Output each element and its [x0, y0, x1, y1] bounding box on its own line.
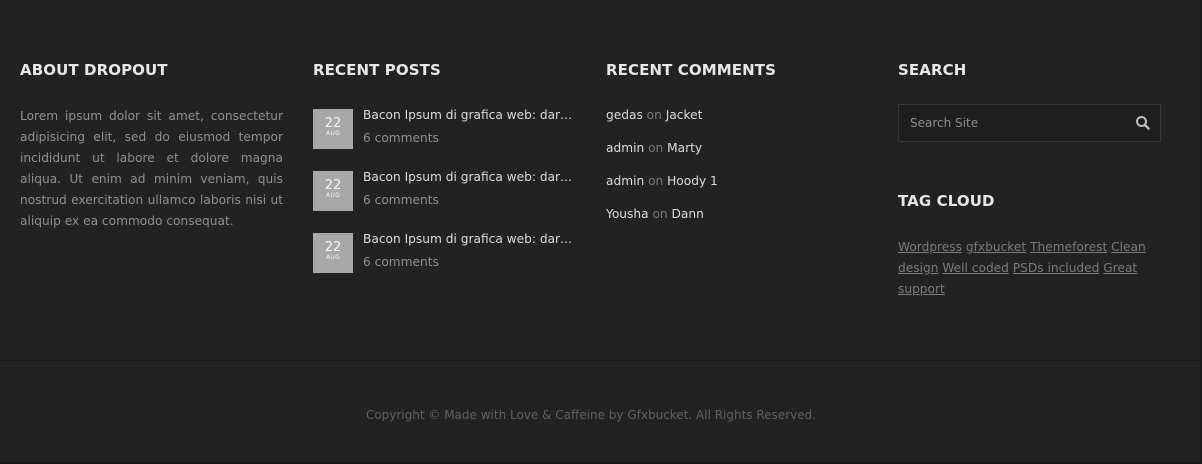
comment-post-link[interactable]: Dann — [672, 207, 704, 221]
comment-post-link[interactable]: Marty — [667, 141, 702, 155]
post-comments-link[interactable]: 6 comments — [363, 254, 439, 270]
tag-link[interactable]: Wordpress — [898, 240, 962, 254]
post-day: 22 — [324, 178, 342, 193]
post-comments-link[interactable]: 6 comments — [363, 130, 439, 146]
comment-item: admin on Marty — [606, 140, 702, 156]
comment-on-text: on — [652, 207, 668, 221]
post-title-link[interactable]: Bacon Ipsum di grafica web: dare... — [363, 231, 578, 247]
footer-divider — [0, 365, 1202, 366]
about-title: ABOUT DROPOUT — [20, 61, 168, 79]
tag-link[interactable]: Well coded — [942, 261, 1009, 275]
tag-link[interactable]: gfxbucket — [966, 240, 1026, 254]
tag-link[interactable]: Themeforest — [1030, 240, 1107, 254]
tag-cloud: Wordpress gfxbucket Themeforest Clean de… — [898, 237, 1161, 300]
tag-cloud-title: TAG CLOUD — [898, 192, 995, 210]
post-day: 22 — [324, 116, 342, 131]
tag-link[interactable]: PSDs included — [1013, 261, 1100, 275]
post-month: AUG — [325, 254, 341, 261]
post-month: AUG — [325, 192, 341, 199]
comment-item: Yousha on Dann — [606, 206, 704, 222]
search-title: SEARCH — [898, 61, 967, 79]
post-item: 22 AUG Bacon Ipsum di grafica web: dare.… — [313, 231, 578, 273]
search-input[interactable] — [899, 105, 1124, 141]
post-item: 22 AUG Bacon Ipsum di grafica web: dare.… — [313, 107, 578, 149]
post-title-link[interactable]: Bacon Ipsum di grafica web: dare... — [363, 107, 578, 123]
search-form — [898, 104, 1161, 142]
post-day: 22 — [324, 240, 342, 255]
comment-author-link[interactable]: admin — [606, 174, 644, 188]
post-item: 22 AUG Bacon Ipsum di grafica web: dare.… — [313, 169, 578, 211]
comment-post-link[interactable]: Jacket — [666, 108, 703, 122]
comment-on-text: on — [648, 141, 664, 155]
comment-item: admin on Hoody 1 — [606, 173, 718, 189]
search-icon — [1136, 116, 1150, 130]
comment-item: gedas on Jacket — [606, 107, 702, 123]
recent-posts-title: RECENT POSTS — [313, 61, 441, 79]
comment-author-link[interactable]: gedas — [606, 108, 643, 122]
comment-post-link[interactable]: Hoody 1 — [667, 174, 718, 188]
post-date-badge: 22 AUG — [313, 171, 353, 211]
comment-author-link[interactable]: Yousha — [606, 207, 649, 221]
comment-author-link[interactable]: admin — [606, 141, 644, 155]
post-month: AUG — [325, 130, 341, 137]
comment-on-text: on — [648, 174, 664, 188]
about-text: Lorem ipsum dolor sit amet, consectetur … — [20, 109, 283, 228]
post-date-badge: 22 AUG — [313, 109, 353, 149]
post-comments-link[interactable]: 6 comments — [363, 192, 439, 208]
comment-on-text: on — [646, 108, 662, 122]
site-footer: ABOUT DROPOUT Lorem ipsum dolor sit amet… — [0, 0, 1202, 464]
copyright-text: Copyright © Made with Love & Caffeine by… — [365, 408, 817, 422]
recent-comments-title: RECENT COMMENTS — [606, 61, 777, 79]
search-button[interactable] — [1134, 114, 1152, 132]
post-title-link[interactable]: Bacon Ipsum di grafica web: dare... — [363, 169, 578, 185]
post-date-badge: 22 AUG — [313, 233, 353, 273]
